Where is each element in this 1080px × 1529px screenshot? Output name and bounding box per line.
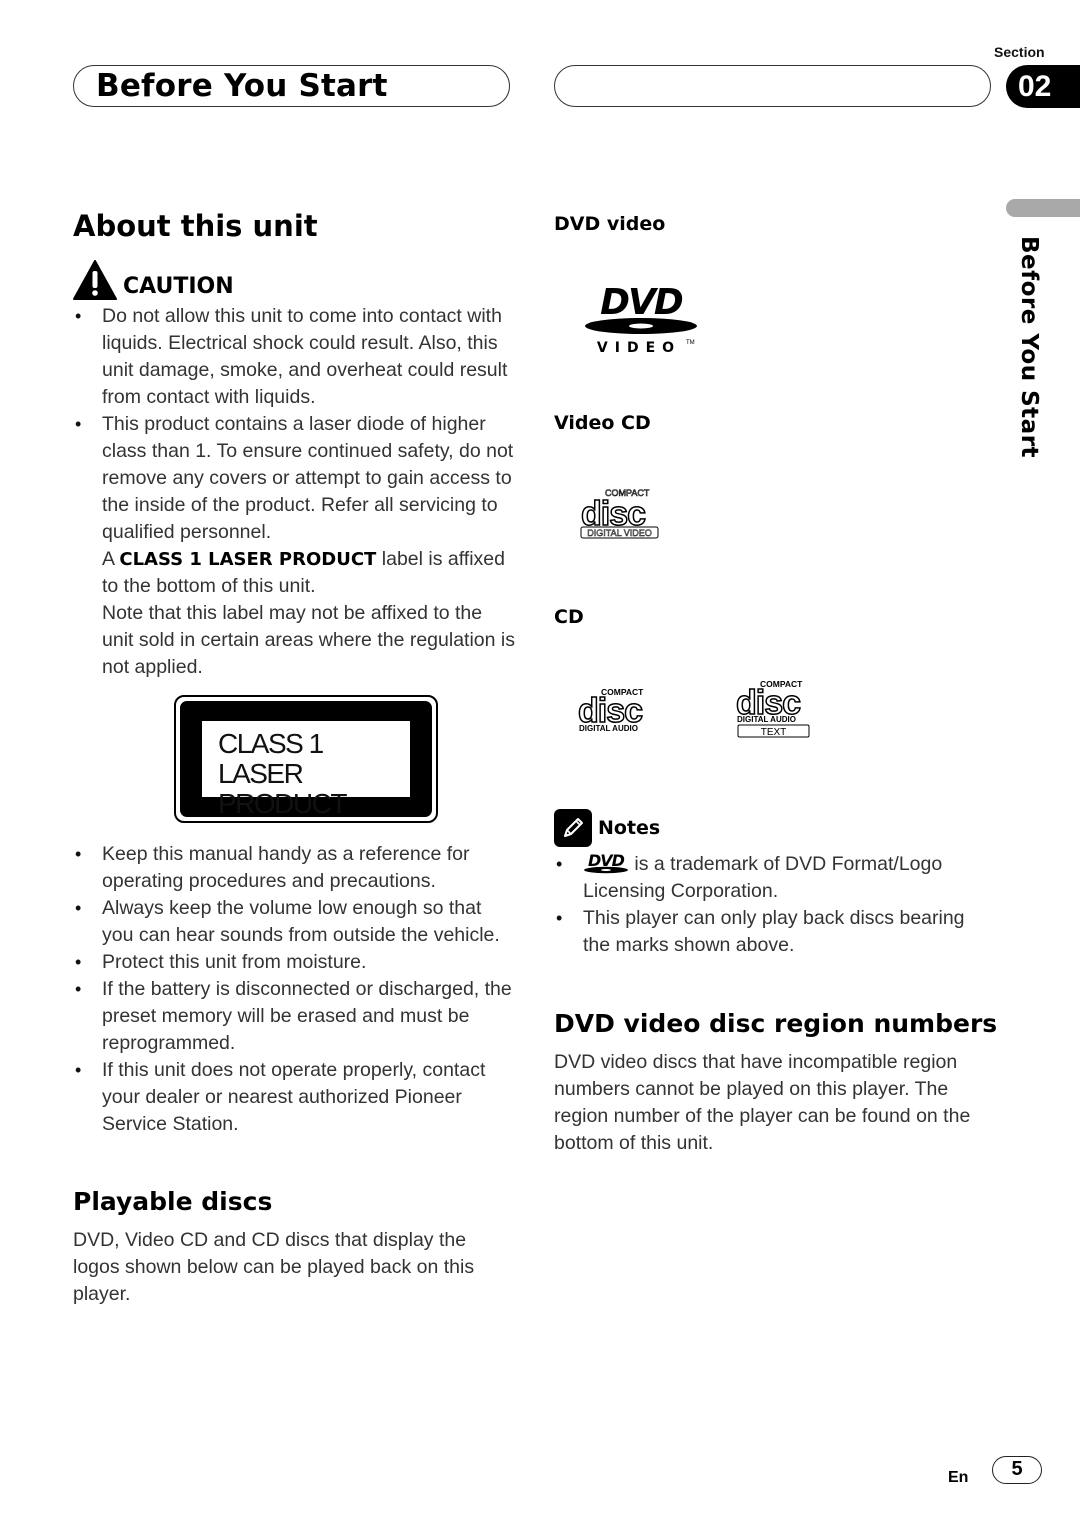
pencil-icon xyxy=(554,809,592,847)
general-item: Protect this unit from moisture. xyxy=(73,949,518,976)
note-item: This player can only play back discs bea… xyxy=(554,905,994,959)
notes-list-block: DVD is a trademark of DVD Format/Logo Li… xyxy=(554,851,994,959)
caution-header: CAUTION xyxy=(73,260,234,300)
dvd-logo-icon: DVD VIDEO TM xyxy=(585,282,697,356)
general-notes-block: Keep this manual handy as a reference fo… xyxy=(73,841,518,1138)
cd1-logo-bottom: DIGITAL AUDIO xyxy=(579,724,638,733)
caution-item: This product contains a laser diode of h… xyxy=(73,411,518,546)
note-item-text: is a trademark of DVD Format/Logo Licens… xyxy=(583,853,943,902)
warning-icon xyxy=(73,260,117,300)
laser-label-note: A CLASS 1 LASER PRODUCT label is affixed… xyxy=(73,546,518,600)
dvd-video-logo: DVD VIDEO TM xyxy=(583,282,703,356)
region-numbers-heading: DVD video disc region numbers xyxy=(554,1009,998,1038)
video-cd-logo: COMPACT disc DIGITAL VIDEO xyxy=(580,486,660,540)
label-region-note: Note that this label may not be affixed … xyxy=(102,602,515,678)
general-item-text: Keep this manual handy as a reference fo… xyxy=(102,843,470,892)
caution-item-text: This product contains a laser diode of h… xyxy=(102,413,514,543)
laser-note-prefix: A xyxy=(102,548,120,570)
notes-header: Notes xyxy=(554,809,660,847)
language-label: En xyxy=(948,1469,969,1486)
compact-disc-digital-audio-text-icon: COMPACT disc DIGITAL AUDIO TEXT xyxy=(735,679,810,738)
compact-disc-digital-video-icon: COMPACT disc DIGITAL VIDEO xyxy=(580,488,659,539)
class1-laser-label: CLASS 1 LASER PRODUCT xyxy=(174,695,438,823)
section-label: Section xyxy=(994,44,1045,60)
notes-label: Notes xyxy=(598,817,661,839)
laser-note-bold: CLASS 1 LASER PRODUCT xyxy=(119,549,377,570)
section-number-tab: 02 xyxy=(1006,65,1080,108)
general-item-text: Always keep the volume low enough so tha… xyxy=(102,897,500,946)
header-blank-box xyxy=(554,65,991,107)
playable-discs-text: DVD, Video CD and CD discs that display … xyxy=(73,1229,475,1305)
caution-item-text: Do not allow this unit to come into cont… xyxy=(102,305,508,408)
region-numbers-text: DVD video discs that have incompatible r… xyxy=(554,1051,971,1154)
caution-list-block: Do not allow this unit to come into cont… xyxy=(73,303,518,681)
caution-item: Do not allow this unit to come into cont… xyxy=(73,303,518,411)
laser-label-line1: CLASS 1 xyxy=(218,728,324,759)
cd2-logo-bottom: DIGITAL AUDIO xyxy=(737,715,796,724)
header-title: Before You Start xyxy=(96,68,388,104)
general-item: If the battery is disconnected or discha… xyxy=(73,976,518,1057)
dvd-video-heading: DVD video xyxy=(554,213,666,235)
cd2-logo-extra: TEXT xyxy=(761,727,787,738)
cd-heading: CD xyxy=(554,606,584,628)
page-number: 5 xyxy=(992,1456,1042,1484)
side-tab-label: Before You Start xyxy=(1016,236,1042,459)
note-item-text: This player can only play back discs bea… xyxy=(583,907,965,956)
dvd-logo-sub: VIDEO xyxy=(597,340,681,356)
general-item-text: If the battery is disconnected or discha… xyxy=(102,978,512,1054)
general-item: Keep this manual handy as a reference fo… xyxy=(73,841,518,895)
laser-label-line2: LASER PRODUCT xyxy=(218,758,347,819)
note-item: DVD is a trademark of DVD Format/Logo Li… xyxy=(554,851,994,905)
about-unit-heading: About this unit xyxy=(73,209,318,243)
cd-logo-digital-audio: COMPACT disc DIGITAL AUDIO xyxy=(577,686,654,734)
side-tab-marker xyxy=(1006,199,1080,217)
general-item-text: Protect this unit from moisture. xyxy=(102,951,367,973)
cd-logo-text: COMPACT disc DIGITAL AUDIO TEXT xyxy=(735,678,812,740)
general-item: Always keep the volume low enough so tha… xyxy=(73,895,518,949)
playable-discs-heading: Playable discs xyxy=(73,1187,273,1216)
dvd-logo-tm: TM xyxy=(686,340,695,346)
general-item-text: If this unit does not operate properly, … xyxy=(102,1059,486,1135)
header-title-box: Before You Start xyxy=(73,65,510,107)
dvd-mini-logo-icon: DVD xyxy=(584,851,628,874)
vcd-logo-bottom: DIGITAL VIDEO xyxy=(587,528,652,538)
dvd-logo-main: DVD xyxy=(600,282,683,323)
compact-disc-digital-audio-icon: COMPACT disc DIGITAL AUDIO xyxy=(577,687,644,733)
general-item: If this unit does not operate properly, … xyxy=(73,1057,518,1138)
video-cd-heading: Video CD xyxy=(554,412,651,434)
caution-label: CAUTION xyxy=(123,274,234,299)
